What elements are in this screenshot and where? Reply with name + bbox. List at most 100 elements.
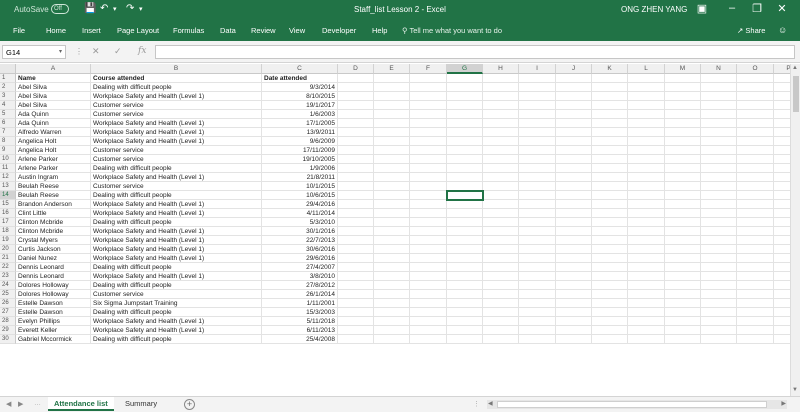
- cell-o21[interactable]: [737, 254, 774, 263]
- cell-d18[interactable]: [338, 227, 374, 236]
- cell-c7[interactable]: 13/9/2011: [262, 128, 338, 137]
- cell-l9[interactable]: [628, 146, 665, 155]
- cell-a13[interactable]: Beulah Reese: [16, 182, 91, 191]
- cell-c20[interactable]: 30/6/2016: [262, 245, 338, 254]
- cell-f15[interactable]: [410, 200, 447, 209]
- cell-d30[interactable]: [338, 335, 374, 344]
- cell-e27[interactable]: [374, 308, 410, 317]
- tab-page-layout[interactable]: Page Layout: [117, 26, 159, 35]
- cell-p12[interactable]: [774, 173, 790, 182]
- cell-b16[interactable]: Workplace Safety and Health (Level 1): [91, 209, 262, 218]
- cell-a26[interactable]: Estelle Dawson: [16, 299, 91, 308]
- cell-b20[interactable]: Workplace Safety and Health (Level 1): [91, 245, 262, 254]
- row-header[interactable]: 30: [0, 335, 16, 344]
- cell-o11[interactable]: [737, 164, 774, 173]
- cell-i9[interactable]: [519, 146, 556, 155]
- cell-f21[interactable]: [410, 254, 447, 263]
- cell-f10[interactable]: [410, 155, 447, 164]
- cell-n13[interactable]: [701, 182, 737, 191]
- cell-f18[interactable]: [410, 227, 447, 236]
- tab-insert[interactable]: Insert: [82, 26, 101, 35]
- cell-p7[interactable]: [774, 128, 790, 137]
- cell-l3[interactable]: [628, 92, 665, 101]
- cell-m21[interactable]: [665, 254, 701, 263]
- horizontal-scrollbar[interactable]: ◀ ▶: [487, 400, 787, 409]
- cell-k20[interactable]: [592, 245, 628, 254]
- cell-c14[interactable]: 10/6/2015: [262, 191, 338, 200]
- cell-g21[interactable]: [447, 254, 483, 263]
- column-header-n[interactable]: N: [701, 64, 737, 74]
- cell-g26[interactable]: [447, 299, 483, 308]
- cell-j12[interactable]: [556, 173, 592, 182]
- cell-n8[interactable]: [701, 137, 737, 146]
- column-header-j[interactable]: J: [556, 64, 592, 74]
- cell-c24[interactable]: 27/8/2012: [262, 281, 338, 290]
- cell-f9[interactable]: [410, 146, 447, 155]
- cell-h15[interactable]: [483, 200, 519, 209]
- cell-j26[interactable]: [556, 299, 592, 308]
- cell-d29[interactable]: [338, 326, 374, 335]
- cell-e19[interactable]: [374, 236, 410, 245]
- cell-k17[interactable]: [592, 218, 628, 227]
- cell-o27[interactable]: [737, 308, 774, 317]
- cell-i3[interactable]: [519, 92, 556, 101]
- cell-g3[interactable]: [447, 92, 483, 101]
- cell-c4[interactable]: 19/1/2017: [262, 101, 338, 110]
- cell-c16[interactable]: 4/11/2014: [262, 209, 338, 218]
- scroll-right-icon[interactable]: ▶: [781, 400, 786, 407]
- cell-g6[interactable]: [447, 119, 483, 128]
- cell-p26[interactable]: [774, 299, 790, 308]
- prev-sheet-icon[interactable]: ◀: [6, 400, 11, 408]
- cell-b1[interactable]: Course attended: [91, 74, 262, 83]
- cell-f27[interactable]: [410, 308, 447, 317]
- cell-l16[interactable]: [628, 209, 665, 218]
- cell-n27[interactable]: [701, 308, 737, 317]
- cell-j4[interactable]: [556, 101, 592, 110]
- cell-h2[interactable]: [483, 83, 519, 92]
- cell-m9[interactable]: [665, 146, 701, 155]
- cell-n23[interactable]: [701, 272, 737, 281]
- horizontal-scroll-thumb[interactable]: [497, 401, 767, 408]
- cell-j11[interactable]: [556, 164, 592, 173]
- cell-p1[interactable]: [774, 74, 790, 83]
- cell-i23[interactable]: [519, 272, 556, 281]
- cell-b27[interactable]: Dealing with difficult people: [91, 308, 262, 317]
- formula-input[interactable]: [155, 45, 795, 59]
- row-header[interactable]: 28: [0, 317, 16, 326]
- cell-l12[interactable]: [628, 173, 665, 182]
- cell-k1[interactable]: [592, 74, 628, 83]
- cell-o22[interactable]: [737, 263, 774, 272]
- scroll-left-icon[interactable]: ◀: [488, 400, 493, 407]
- cell-c10[interactable]: 19/10/2005: [262, 155, 338, 164]
- cell-n3[interactable]: [701, 92, 737, 101]
- cell-f7[interactable]: [410, 128, 447, 137]
- cell-g8[interactable]: [447, 137, 483, 146]
- cell-d3[interactable]: [338, 92, 374, 101]
- tab-view[interactable]: View: [289, 26, 305, 35]
- cell-d26[interactable]: [338, 299, 374, 308]
- cell-e24[interactable]: [374, 281, 410, 290]
- cell-o24[interactable]: [737, 281, 774, 290]
- chevron-down-icon[interactable]: ▾: [59, 48, 62, 55]
- cell-m3[interactable]: [665, 92, 701, 101]
- cell-k30[interactable]: [592, 335, 628, 344]
- cell-d11[interactable]: [338, 164, 374, 173]
- row-header[interactable]: 20: [0, 245, 16, 254]
- cell-p24[interactable]: [774, 281, 790, 290]
- cell-n14[interactable]: [701, 191, 737, 200]
- cell-b7[interactable]: Workplace Safety and Health (Level 1): [91, 128, 262, 137]
- autosave-toggle[interactable]: Off: [51, 4, 69, 14]
- cell-o3[interactable]: [737, 92, 774, 101]
- vertical-scroll-thumb[interactable]: [793, 76, 799, 112]
- cell-e2[interactable]: [374, 83, 410, 92]
- cell-f20[interactable]: [410, 245, 447, 254]
- cell-n11[interactable]: [701, 164, 737, 173]
- cell-a16[interactable]: Clint Little: [16, 209, 91, 218]
- cell-j22[interactable]: [556, 263, 592, 272]
- cell-l1[interactable]: [628, 74, 665, 83]
- cell-p30[interactable]: [774, 335, 790, 344]
- cell-f17[interactable]: [410, 218, 447, 227]
- cell-h14[interactable]: [483, 191, 519, 200]
- select-all-corner[interactable]: [0, 64, 16, 74]
- cell-k15[interactable]: [592, 200, 628, 209]
